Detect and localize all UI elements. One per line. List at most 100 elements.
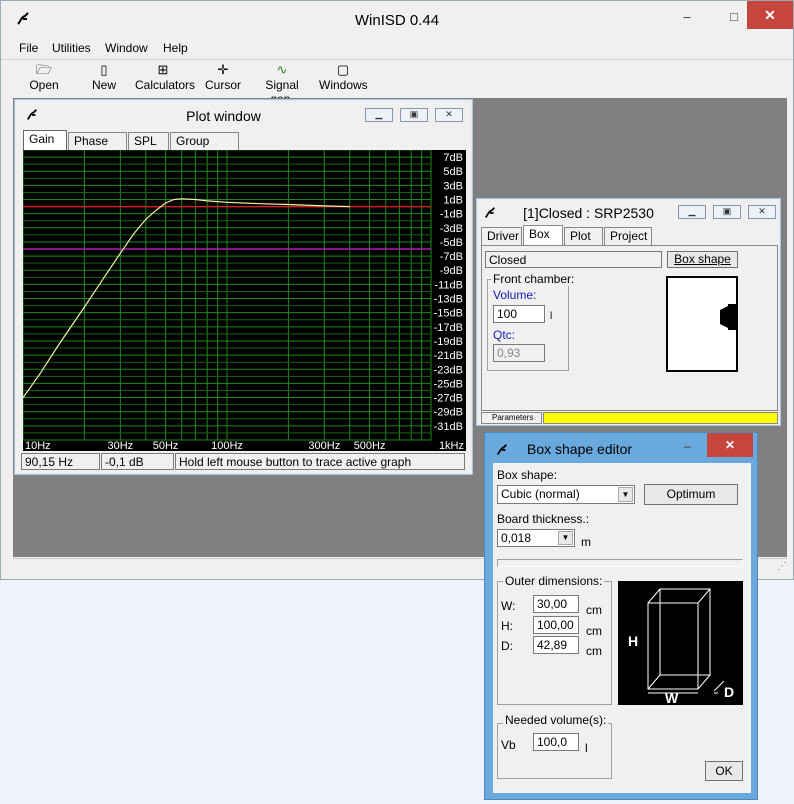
d-unit: cm bbox=[586, 644, 602, 658]
close-button[interactable]: ✕ bbox=[747, 1, 793, 29]
y-tick-label: -27dB bbox=[434, 393, 463, 405]
d-input[interactable]: 42,89 bbox=[533, 636, 579, 654]
board-thickness-unit: m bbox=[581, 535, 591, 549]
front-chamber-label: Front chamber: bbox=[491, 272, 577, 286]
y-tick-label: -25dB bbox=[434, 378, 463, 390]
status-frequency: 90,15 Hz bbox=[21, 453, 100, 470]
tab-box[interactable]: Box bbox=[523, 225, 563, 245]
cursor-button[interactable]: ✛ Cursor bbox=[205, 62, 241, 92]
y-tick-label: 3dB bbox=[443, 180, 463, 192]
diagram-d-label: D bbox=[724, 684, 734, 700]
windows-icon: ▢ bbox=[336, 62, 350, 77]
minimize-button[interactable]: ▁ bbox=[678, 205, 706, 219]
minimize-button[interactable]: ▁ bbox=[365, 108, 393, 122]
windows-button[interactable]: ▢ Windows bbox=[319, 62, 368, 92]
new-document-icon: ▯ bbox=[100, 62, 108, 77]
y-tick-label: -9dB bbox=[440, 265, 463, 277]
tab-group-delay[interactable]: Group delay bbox=[170, 132, 239, 162]
status-gain: -0,1 dB bbox=[101, 453, 174, 470]
status-label: Parameters bbox=[481, 412, 542, 424]
qtc-field: 0,93 bbox=[493, 344, 545, 362]
box-shape-button[interactable]: Box shape bbox=[667, 251, 738, 268]
needed-volume-label: Needed volume(s): bbox=[503, 713, 609, 727]
vb-input[interactable]: 100,0 bbox=[533, 733, 579, 751]
tab-plot[interactable]: Plot bbox=[564, 227, 603, 245]
box-diagram bbox=[666, 276, 738, 372]
x-tick-label: 50Hz bbox=[153, 440, 179, 451]
d-label: D: bbox=[501, 639, 513, 653]
box-shape-label: Box shape: bbox=[497, 468, 558, 482]
y-tick-label: -11dB bbox=[434, 279, 463, 291]
qtc-label: Qtc: bbox=[493, 328, 516, 342]
minimize-button[interactable]: – bbox=[677, 9, 697, 25]
plot-window: Plot window ▁ ▣ ✕ Gain Phase plot SPL Gr… bbox=[14, 99, 473, 475]
board-thickness-label: Board thickness.: bbox=[497, 512, 590, 526]
box-type-field: Closed bbox=[485, 251, 662, 268]
restore-button[interactable]: ▣ bbox=[400, 108, 428, 122]
title-bar: WinISD 0.44 – □ ✕ bbox=[1, 1, 793, 41]
optimum-button[interactable]: Optimum bbox=[644, 484, 738, 505]
restore-button[interactable]: ▣ bbox=[713, 205, 741, 219]
y-tick-label: 7dB bbox=[443, 152, 463, 164]
tab-gain[interactable]: Gain bbox=[23, 130, 67, 150]
box-shape-select[interactable]: Cubic (normal) ▼ bbox=[497, 485, 635, 504]
toolbar: 🗁 Open ▯ New ⊞ Calculators ✛ Cursor ∿ Si… bbox=[1, 59, 793, 106]
chevron-down-icon[interactable]: ▼ bbox=[558, 531, 573, 545]
menu-file[interactable]: File bbox=[19, 41, 38, 55]
minimize-button[interactable]: – bbox=[684, 439, 698, 453]
separator bbox=[497, 559, 743, 567]
h-input[interactable]: 100,00 bbox=[533, 616, 579, 634]
window-icon bbox=[496, 444, 507, 455]
close-button[interactable]: ✕ bbox=[748, 205, 776, 219]
close-button[interactable]: ✕ bbox=[435, 108, 463, 122]
box-dimensions-diagram: H W D bbox=[618, 581, 743, 705]
tab-driver[interactable]: Driver bbox=[481, 227, 522, 245]
close-button[interactable]: ✕ bbox=[707, 433, 753, 457]
menu-window[interactable]: Window bbox=[105, 41, 148, 55]
x-tick-label: 30Hz bbox=[107, 440, 133, 451]
w-unit: cm bbox=[586, 603, 602, 617]
calculator-icon: ⊞ bbox=[157, 62, 169, 77]
x-tick-label: 300Hz bbox=[308, 440, 340, 451]
x-tick-label: 1kHz bbox=[439, 440, 464, 451]
ok-button[interactable]: OK bbox=[705, 761, 743, 781]
diagram-w-label: W bbox=[665, 690, 679, 705]
status-hint: Hold left mouse button to trace active g… bbox=[175, 453, 465, 470]
open-button[interactable]: 🗁 Open bbox=[29, 62, 59, 92]
calculators-button[interactable]: ⊞ Calculators bbox=[135, 62, 195, 92]
y-tick-label: -23dB bbox=[434, 364, 463, 376]
y-tick-label: -13dB bbox=[434, 294, 463, 306]
resize-grip-icon[interactable]: ⋰ bbox=[777, 561, 787, 572]
menu-bar: File Utilities Window Help bbox=[1, 39, 793, 58]
diagram-h-label: H bbox=[628, 633, 638, 649]
w-input[interactable]: 30,00 bbox=[533, 595, 579, 613]
y-tick-label: -7dB bbox=[440, 251, 463, 263]
volume-label: Volume: bbox=[493, 288, 537, 302]
box-shape-editor: Box shape editor – ✕ Box shape: Cubic (n… bbox=[484, 432, 758, 800]
y-tick-label: 5dB bbox=[443, 166, 463, 178]
h-label: H: bbox=[501, 619, 513, 633]
chevron-down-icon[interactable]: ▼ bbox=[618, 487, 633, 502]
y-tick-label: -21dB bbox=[434, 350, 463, 362]
y-tick-label: -19dB bbox=[434, 336, 463, 348]
menu-help[interactable]: Help bbox=[163, 41, 188, 55]
board-thickness-select[interactable]: 0,018 ▼ bbox=[497, 529, 575, 547]
app-title: WinISD 0.44 bbox=[354, 12, 440, 29]
tab-project[interactable]: Project bbox=[604, 227, 652, 245]
h-unit: cm bbox=[586, 624, 602, 638]
menu-utilities[interactable]: Utilities bbox=[52, 41, 91, 55]
vb-label: Vb bbox=[501, 738, 516, 752]
signal-icon: ∿ bbox=[276, 62, 288, 77]
outer-dimensions-label: Outer dimensions: bbox=[503, 574, 605, 588]
vb-unit: l bbox=[585, 741, 588, 755]
x-tick-label: 10Hz bbox=[25, 440, 51, 451]
new-button[interactable]: ▯ New bbox=[89, 62, 119, 92]
folder-icon: 🗁 bbox=[35, 62, 53, 77]
w-label: W: bbox=[501, 599, 516, 613]
tab-spl[interactable]: SPL bbox=[128, 132, 169, 150]
maximize-button[interactable]: □ bbox=[724, 9, 744, 25]
tab-phase-plot[interactable]: Phase plot bbox=[68, 132, 127, 162]
gain-plot[interactable]: 7dB5dB3dB1dB-1dB-3dB-5dB-7dB-9dB-11dB-13… bbox=[23, 150, 466, 451]
volume-input[interactable]: 100 bbox=[493, 305, 545, 323]
status-indicator bbox=[543, 412, 778, 424]
